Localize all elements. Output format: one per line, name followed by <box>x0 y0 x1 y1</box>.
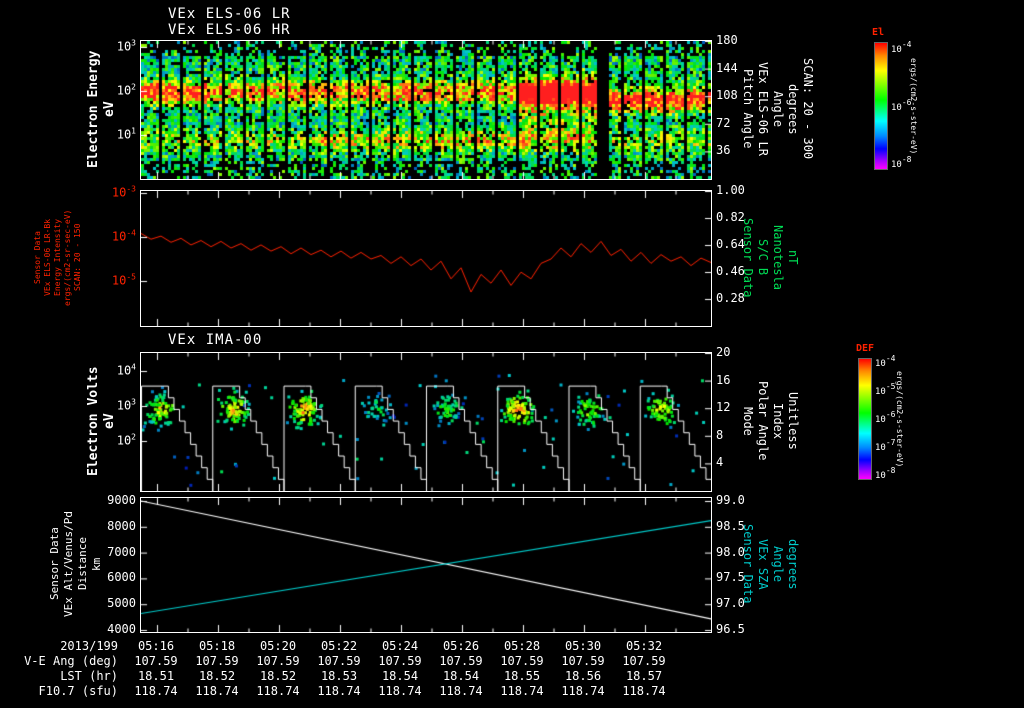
footer-row-label-0: V-E Ang (deg) <box>24 654 118 668</box>
footer-layer: 2013/199 05:16 05:18 05:20 05:22 05:24 05:26 05… <box>0 0 1024 708</box>
footer-value-1-7: 18.56 <box>564 669 602 683</box>
footer-value-2-1: 118.74 <box>195 684 239 698</box>
footer-value-0-6: 107.59 <box>500 654 544 668</box>
footer-value-0-3: 107.59 <box>317 654 361 668</box>
footer-value-1-6: 18.55 <box>503 669 541 683</box>
footer-value-2-3: 118.74 <box>317 684 361 698</box>
footer-value-1-4: 18.54 <box>381 669 419 683</box>
footer-value-0-7: 107.59 <box>561 654 605 668</box>
footer-value-2-4: 118.74 <box>378 684 422 698</box>
footer-value-2-7: 118.74 <box>561 684 605 698</box>
footer-value-2-2: 118.74 <box>256 684 300 698</box>
footer-time-2: 05:20 <box>259 639 297 653</box>
footer-time-0: 05:16 <box>137 639 175 653</box>
footer-time-5: 05:26 <box>442 639 480 653</box>
footer-value-1-0: 18.51 <box>137 669 175 683</box>
footer-value-1-8: 18.57 <box>625 669 663 683</box>
footer-value-0-4: 107.59 <box>378 654 422 668</box>
footer-time-1: 05:18 <box>198 639 236 653</box>
footer-value-2-8: 118.74 <box>622 684 666 698</box>
footer-value-1-3: 18.53 <box>320 669 358 683</box>
footer-value-2-0: 118.74 <box>134 684 178 698</box>
footer-date-label: 2013/199 <box>60 639 118 653</box>
footer-time-7: 05:30 <box>564 639 602 653</box>
footer-time-4: 05:24 <box>381 639 419 653</box>
footer-time-8: 05:32 <box>625 639 663 653</box>
footer-value-0-5: 107.59 <box>439 654 483 668</box>
footer-row-label-2: F10.7 (sfu) <box>38 684 118 698</box>
footer-row-label-1: LST (hr) <box>60 669 118 683</box>
footer-value-1-1: 18.52 <box>198 669 236 683</box>
footer-time-6: 05:28 <box>503 639 541 653</box>
footer-value-2-6: 118.74 <box>500 684 544 698</box>
footer-value-1-5: 18.54 <box>442 669 480 683</box>
vex-quicklook-plot: VEx ELS-06 LR VEx ELS-06 HR VEx IMA-00 E… <box>0 0 1024 708</box>
footer-value-0-0: 107.59 <box>134 654 178 668</box>
footer-value-0-1: 107.59 <box>195 654 239 668</box>
footer-value-1-2: 18.52 <box>259 669 297 683</box>
footer-value-2-5: 118.74 <box>439 684 483 698</box>
footer-time-3: 05:22 <box>320 639 358 653</box>
footer-value-0-8: 107.59 <box>622 654 666 668</box>
footer-value-0-2: 107.59 <box>256 654 300 668</box>
